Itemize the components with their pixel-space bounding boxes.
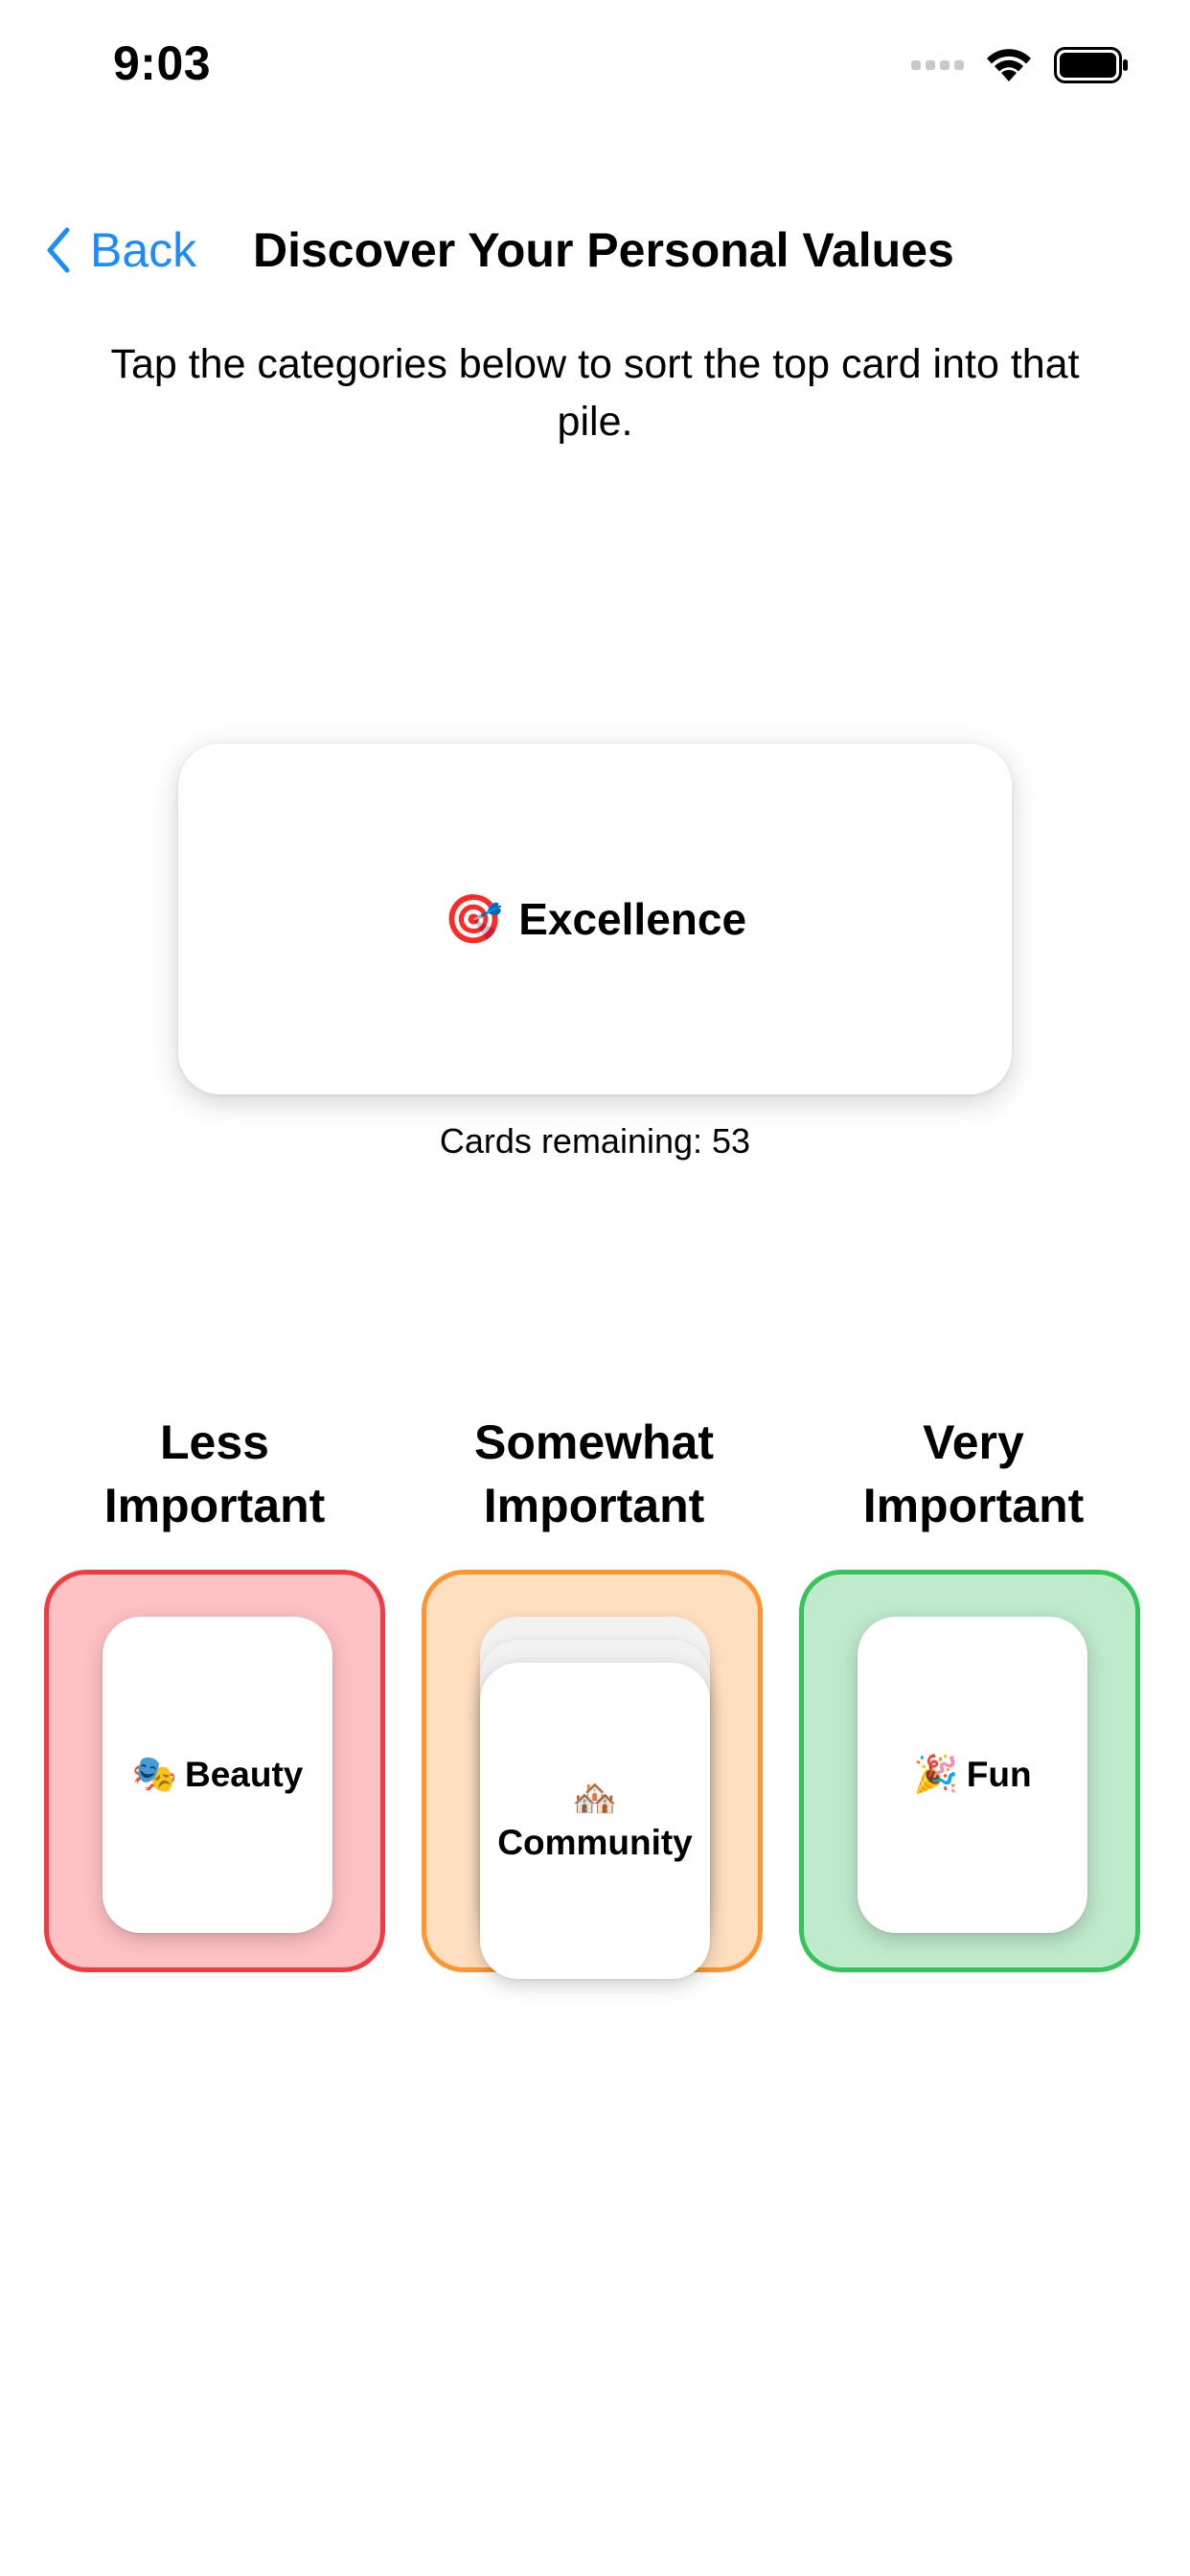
- cards-remaining-count: 53: [712, 1121, 751, 1161]
- top-card-label: Excellence: [518, 894, 747, 944]
- category-title-line: Important: [862, 1479, 1085, 1532]
- chevron-left-icon: [44, 226, 73, 274]
- category-title-somewhat-important: Somewhat Important: [422, 1411, 767, 1537]
- pile-less-important[interactable]: 🎭 Beauty: [44, 1570, 385, 1972]
- pile-very-important[interactable]: 🎉 Fun: [799, 1570, 1140, 1972]
- battery-icon: [1054, 46, 1131, 84]
- category-title-line: Less: [160, 1415, 269, 1469]
- cellular-signal-icon: [911, 60, 964, 70]
- top-value-card[interactable]: 🎯 Excellence: [178, 744, 1012, 1094]
- category-title-line: Important: [483, 1479, 705, 1532]
- party-popper-icon: 🎉: [913, 1755, 959, 1795]
- pile-top-card: 🎉 Fun: [858, 1617, 1087, 1933]
- status-indicators: [911, 44, 1131, 86]
- wifi-icon: [985, 47, 1033, 83]
- pile-top-card: 🎭 Beauty: [103, 1617, 332, 1933]
- page-title: Discover Your Personal Values: [253, 223, 954, 277]
- category-title-less-important: Less Important: [42, 1411, 387, 1537]
- pile-card-label: Fun: [966, 1755, 1032, 1794]
- status-time: 9:03: [113, 36, 212, 90]
- cards-remaining: Cards remaining: 53: [0, 1117, 1190, 1165]
- pile-card-label: Community: [497, 1823, 693, 1862]
- houses-icon: 🏘️: [572, 1779, 618, 1819]
- category-title-line: Very: [923, 1415, 1024, 1469]
- instructions-text: Tap the categories below to sort the top…: [110, 341, 1080, 445]
- pile-card-label: Beauty: [184, 1755, 304, 1794]
- pile-top-card: 🏘️ Community: [480, 1663, 710, 1979]
- back-button[interactable]: Back: [44, 217, 196, 284]
- target-emoji-icon: 🎯: [443, 892, 504, 946]
- back-label: Back: [90, 223, 197, 277]
- category-title-line: Important: [103, 1479, 326, 1532]
- category-title-line: Somewhat: [473, 1415, 715, 1469]
- pile-somewhat-important[interactable]: 🏘️ Community: [422, 1570, 763, 1979]
- cards-remaining-label: Cards remaining:: [439, 1121, 703, 1161]
- category-title-very-important: Very Important: [801, 1411, 1146, 1537]
- theater-masks-icon: 🎭: [131, 1755, 177, 1795]
